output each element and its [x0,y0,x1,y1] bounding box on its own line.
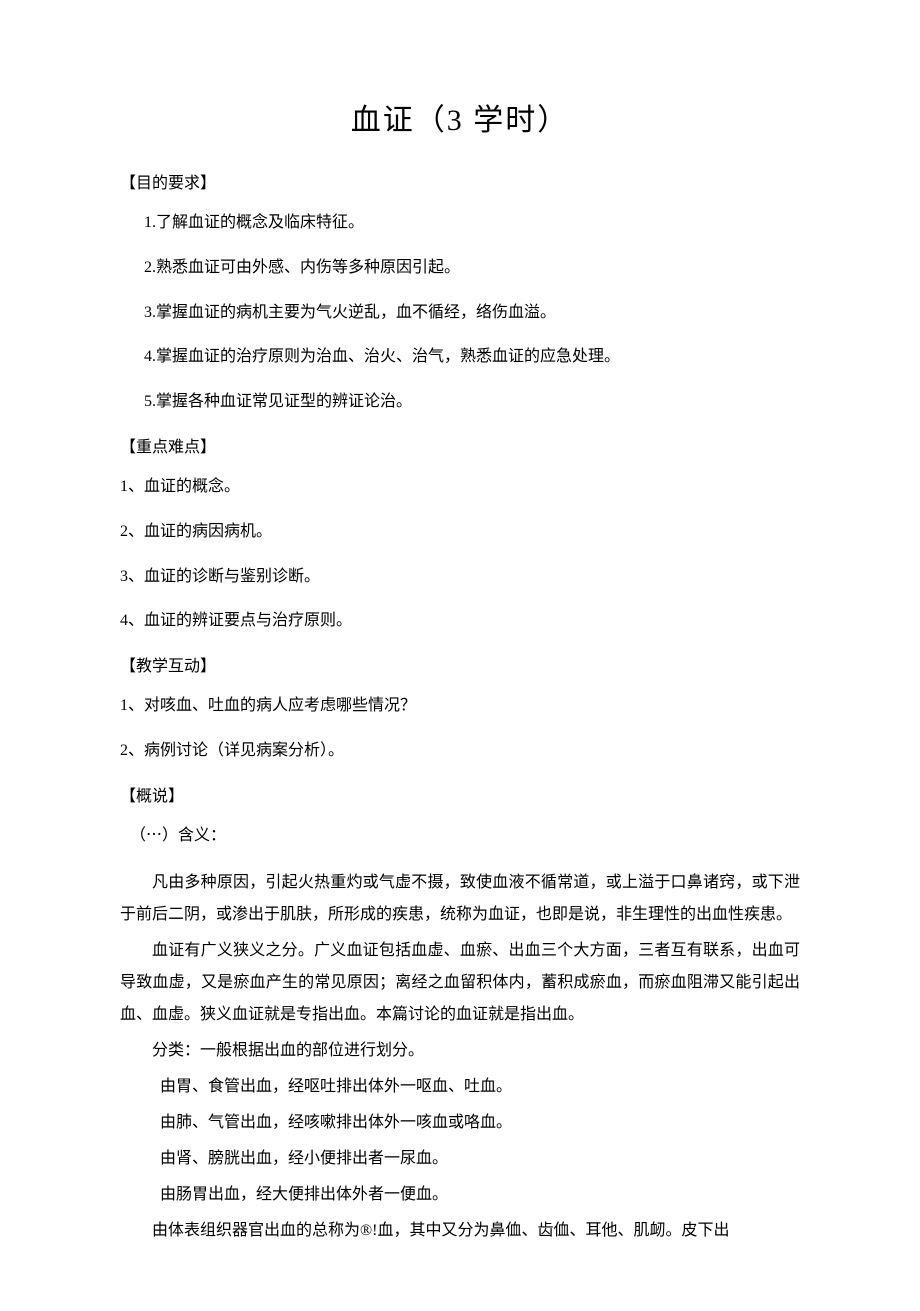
page-title: 血证（3 学时） [120,95,800,139]
objective-item: 4.掌握血证的治疗原则为治血、治火、治气，熟悉血证的应急处理。 [120,343,800,372]
classification-header: 分类：一般根据出血的部位进行划分。 [120,1035,800,1067]
meaning-header: （⋯）含义： [120,822,800,851]
keypoints-header: 【重点难点】 [120,433,800,457]
keypoint-item: 1、血证的概念。 [120,473,800,502]
classification-item: 由肺、气管出血，经咳嗽排出体外一咳血或咯血。 [120,1107,800,1139]
keypoint-item: 2、血证的病因病机。 [120,518,800,547]
classification-item: 由肠胃出血，经大便排出体外者一便血。 [120,1179,800,1211]
objectives-header: 【目的要求】 [120,169,800,193]
interaction-item: 2、病例讨论（详见病案分析）。 [120,737,800,766]
paragraph: 凡由多种原因，引起火热重灼或气虚不摄，致使血液不循常道，或上溢于口鼻诸窍，或下泄… [120,867,800,931]
classification-item: 由胃、食管出血，经呕吐排出体外一呕血、吐血。 [120,1071,800,1103]
overview-header: 【概说】 [120,782,800,806]
keypoint-item: 3、血证的诊断与鉴别诊断。 [120,563,800,592]
keypoint-item: 4、血证的辨证要点与治疗原则。 [120,607,800,636]
objective-item: 2.熟悉血证可由外感、内伤等多种原因引起。 [120,254,800,283]
objective-item: 3.掌握血证的病机主要为气火逆乱，血不循经，络伤血溢。 [120,299,800,328]
interaction-header: 【教学互动】 [120,652,800,676]
paragraph: 血证有广义狭义之分。广义血证包括血虚、血瘀、出血三个大方面，三者互有联系，出血可… [120,935,800,1031]
objective-item: 1.了解血证的概念及临床特征。 [120,209,800,238]
classification-item: 由体表组织器官出血的总称为®!血，其中又分为鼻侐、齿侐、耳他、肌衂。皮下出 [120,1215,800,1247]
interaction-item: 1、对咳血、吐血的病人应考虑哪些情况？ [120,692,800,721]
classification-item: 由肾、膀胱出血，经小便排出者一尿血。 [120,1143,800,1175]
objective-item: 5.掌握各种血证常见证型的辨证论治。 [120,388,800,417]
